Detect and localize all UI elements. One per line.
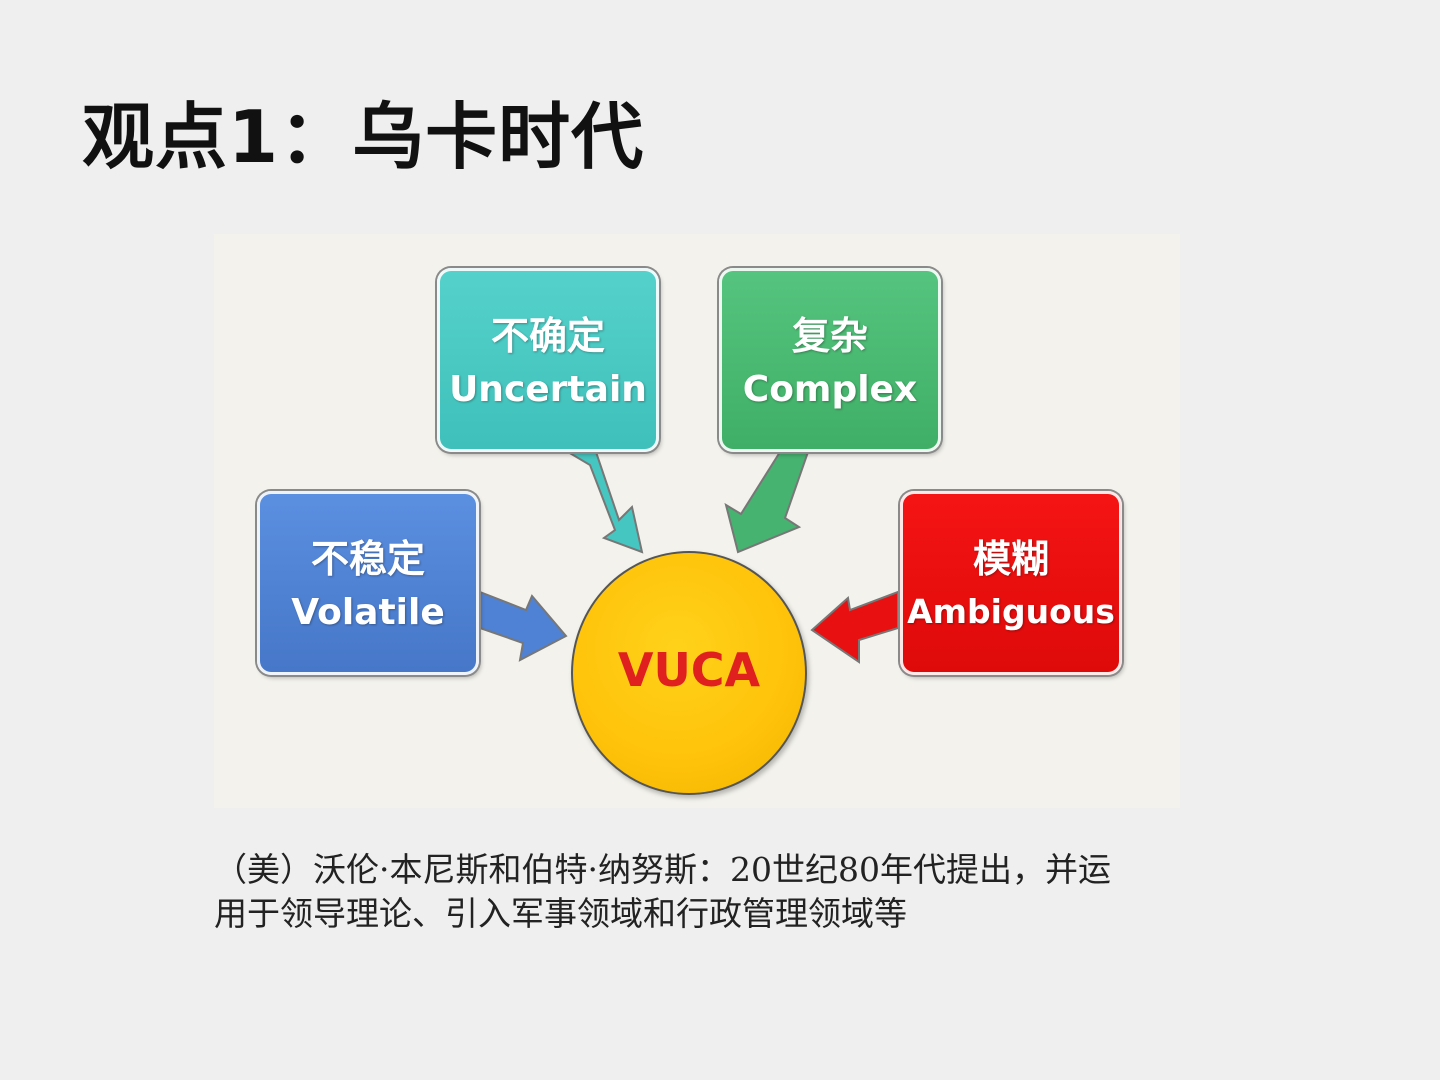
vuca-center-label: VUCA: [617, 643, 761, 697]
node-ambiguous-en: Ambiguous: [907, 592, 1115, 631]
node-volatile-en: Volatile: [291, 592, 445, 633]
caption-line-1: （美）沃伦·本尼斯和伯特·纳努斯：20世纪80年代提出，并运: [214, 850, 1111, 889]
vuca-diagram: 不确定 Uncertain 复杂 Complex 不稳定 Volatile 模糊…: [214, 234, 1180, 808]
node-ambiguous: 模糊 Ambiguous: [900, 491, 1122, 675]
vuca-center-circle: VUCA: [571, 551, 807, 795]
complex-arrow: [724, 451, 810, 554]
ambiguous-arrow: [810, 590, 899, 664]
caption-line-2: 用于领导理论、引入军事领域和行政管理领域等: [214, 894, 907, 933]
node-complex: 复杂 Complex: [719, 268, 941, 452]
slide-title: 观点1：乌卡时代: [82, 95, 645, 179]
caption: （美）沃伦·本尼斯和伯特·纳努斯：20世纪80年代提出，并运 用于领导理论、引入…: [214, 848, 1194, 936]
uncertain-arrow: [564, 451, 644, 554]
node-volatile-zh: 不稳定: [310, 537, 425, 581]
node-complex-en: Complex: [742, 369, 918, 410]
node-complex-zh: 复杂: [791, 314, 868, 358]
volatile-arrow: [479, 590, 568, 662]
node-uncertain-en: Uncertain: [449, 369, 647, 410]
node-uncertain: 不确定 Uncertain: [437, 268, 659, 452]
node-volatile: 不稳定 Volatile: [257, 491, 479, 675]
node-ambiguous-zh: 模糊: [972, 537, 1049, 581]
node-uncertain-zh: 不确定: [490, 314, 605, 358]
